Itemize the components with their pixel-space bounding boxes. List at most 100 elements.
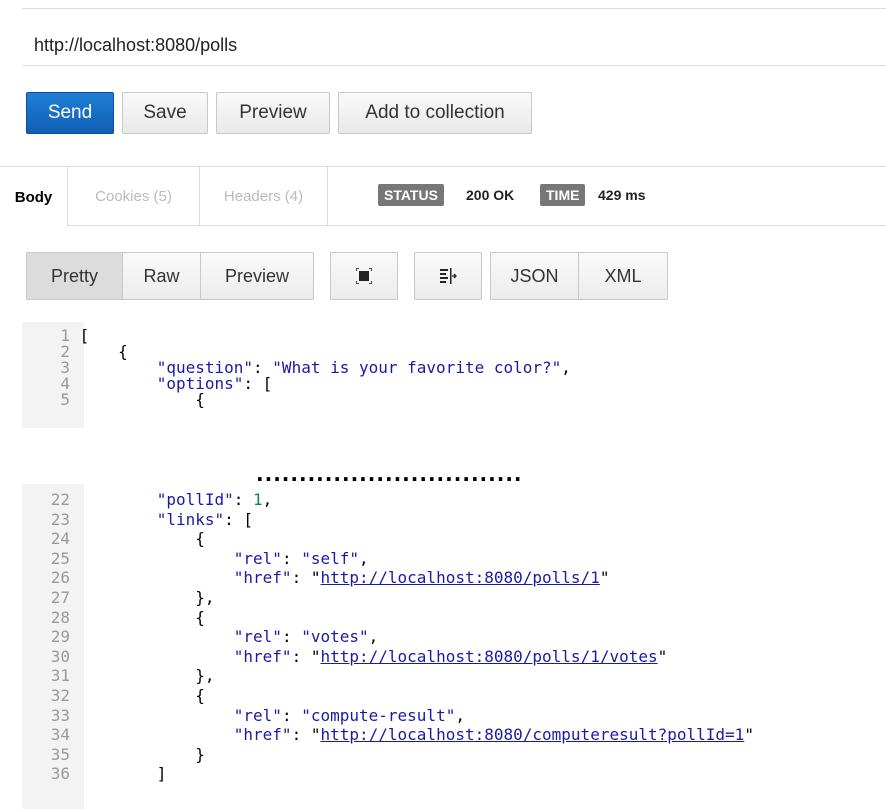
line-number: 22 [50, 490, 70, 509]
line-number: 5 [60, 390, 70, 409]
code-punct: , [368, 627, 379, 647]
line-number: 27 [50, 588, 70, 607]
json-string: "compute-result" [301, 705, 456, 725]
json-key: "pollId" [156, 490, 234, 509]
line-number: 25 [50, 548, 70, 568]
code-punct: : [ [224, 509, 254, 529]
code-punct: : " [291, 646, 321, 666]
json-link[interactable]: http://localhost:8080/polls/1 [320, 568, 599, 587]
expand-button[interactable] [330, 252, 398, 300]
url-bar [22, 8, 886, 66]
json-key: "links" [156, 509, 225, 529]
status-value: 200 OK [466, 187, 515, 203]
code-line: 36 ] [22, 764, 167, 784]
view-mode-raw[interactable]: Raw [123, 253, 201, 299]
line-number: 35 [50, 744, 70, 764]
line-number: 29 [50, 627, 70, 647]
code-line: 27 }, [22, 590, 215, 606]
code-text: { [79, 529, 205, 549]
tab-cookies[interactable]: Cookies (5) [68, 167, 200, 225]
save-button[interactable]: Save [122, 92, 208, 134]
json-link[interactable]: http://localhost:8080/computeresult?poll… [320, 725, 744, 744]
code-line: 5 { [22, 392, 205, 408]
json-key: "href" [233, 568, 292, 588]
add-to-collection-button[interactable]: Add to collection [338, 92, 532, 134]
view-mode-pretty[interactable]: Pretty [27, 253, 123, 299]
json-string: "votes" [301, 627, 369, 647]
status-badge: STATUS [378, 184, 444, 206]
code-text: } [79, 744, 205, 764]
format-xml[interactable]: XML [579, 253, 667, 299]
code-text: { [79, 390, 205, 409]
code-line: 30 "href": "http://localhost:8080/polls/… [22, 646, 668, 666]
code-punct: , [455, 705, 465, 725]
code-punct: , [262, 490, 273, 509]
json-key: "href" [233, 725, 292, 745]
line-number: 23 [50, 509, 70, 529]
line-number: 28 [50, 607, 70, 627]
code-punct: : [281, 627, 302, 647]
code-punct: , [561, 358, 571, 377]
format-json[interactable]: JSON [491, 253, 579, 299]
code-text: { [79, 607, 205, 627]
json-string: "What is your favorite color?" [272, 358, 562, 377]
json-number: 1 [253, 490, 263, 509]
json-key: "rel" [233, 705, 282, 725]
code-text: ] [79, 764, 167, 784]
code-line: 29 "rel": "votes", [22, 627, 379, 647]
send-button[interactable]: Send [26, 92, 114, 134]
code-line: 22 "pollId": 1, [22, 490, 273, 509]
json-key: "rel" [233, 627, 282, 647]
view-mode-toggle: Pretty Raw Preview [26, 252, 314, 300]
code-line: 35 } [22, 744, 205, 764]
response-tabs: Body Cookies (5) Headers (4) STATUS 200 … [0, 166, 886, 227]
code-punct: : [281, 548, 302, 568]
code-line: 31 }, [22, 668, 215, 684]
tab-body[interactable]: Body [0, 167, 68, 227]
line-number: 24 [50, 529, 70, 549]
line-number: 33 [50, 705, 70, 725]
tab-headers[interactable]: Headers (4) [200, 167, 328, 225]
code-text: { [79, 686, 205, 705]
preview-button[interactable]: Preview [216, 92, 330, 134]
code-text: }, [79, 588, 215, 607]
code-punct: : [233, 490, 254, 509]
code-line: 28 { [22, 607, 205, 627]
code-line: 23 "links": [ [22, 509, 254, 529]
code-line: 25 "rel": "self", [22, 548, 369, 568]
code-punct: " [657, 646, 668, 666]
line-number: 30 [50, 646, 70, 666]
code-punct: : [281, 705, 302, 725]
code-line: 24 { [22, 531, 205, 547]
code-punct: " [744, 725, 754, 745]
json-key: "rel" [233, 548, 282, 568]
line-number: 32 [50, 686, 70, 705]
ellipsis: ............................... [256, 462, 523, 486]
line-number: 34 [50, 725, 70, 745]
code-line: 34 "href": "http://localhost:8080/comput… [22, 727, 754, 743]
code-punct: : [ [243, 374, 273, 393]
code-block-top: 1 [2 {3 "question": "What is your favori… [22, 322, 886, 428]
json-string: "self" [301, 548, 359, 568]
view-mode-preview[interactable]: Preview [201, 253, 313, 299]
json-key: "href" [233, 646, 292, 666]
code-line: 32 { [22, 688, 205, 704]
line-number: 31 [50, 666, 70, 686]
code-punct: : " [291, 568, 321, 588]
time-value: 429 ms [598, 187, 646, 203]
code-punct: : " [291, 725, 321, 745]
code-line: 26 "href": "http://localhost:8080/polls/… [22, 568, 610, 588]
line-number: 26 [50, 568, 70, 588]
wrap-lines-button[interactable] [414, 252, 482, 300]
format-toggle: JSON XML [490, 252, 668, 300]
code-line: 33 "rel": "compute-result", [22, 705, 465, 725]
wrap-lines-icon [440, 268, 457, 284]
expand-icon [356, 268, 372, 284]
code-punct: " [599, 568, 610, 588]
url-input[interactable] [34, 35, 834, 56]
code-punct: , [359, 548, 369, 568]
code-block-bottom: 22 "pollId": 1, 23 "links": [24 {25 "rel"… [22, 484, 886, 809]
json-link[interactable]: http://localhost:8080/polls/1/votes [320, 647, 657, 666]
time-badge: TIME [540, 184, 586, 206]
line-number: 36 [50, 764, 70, 784]
